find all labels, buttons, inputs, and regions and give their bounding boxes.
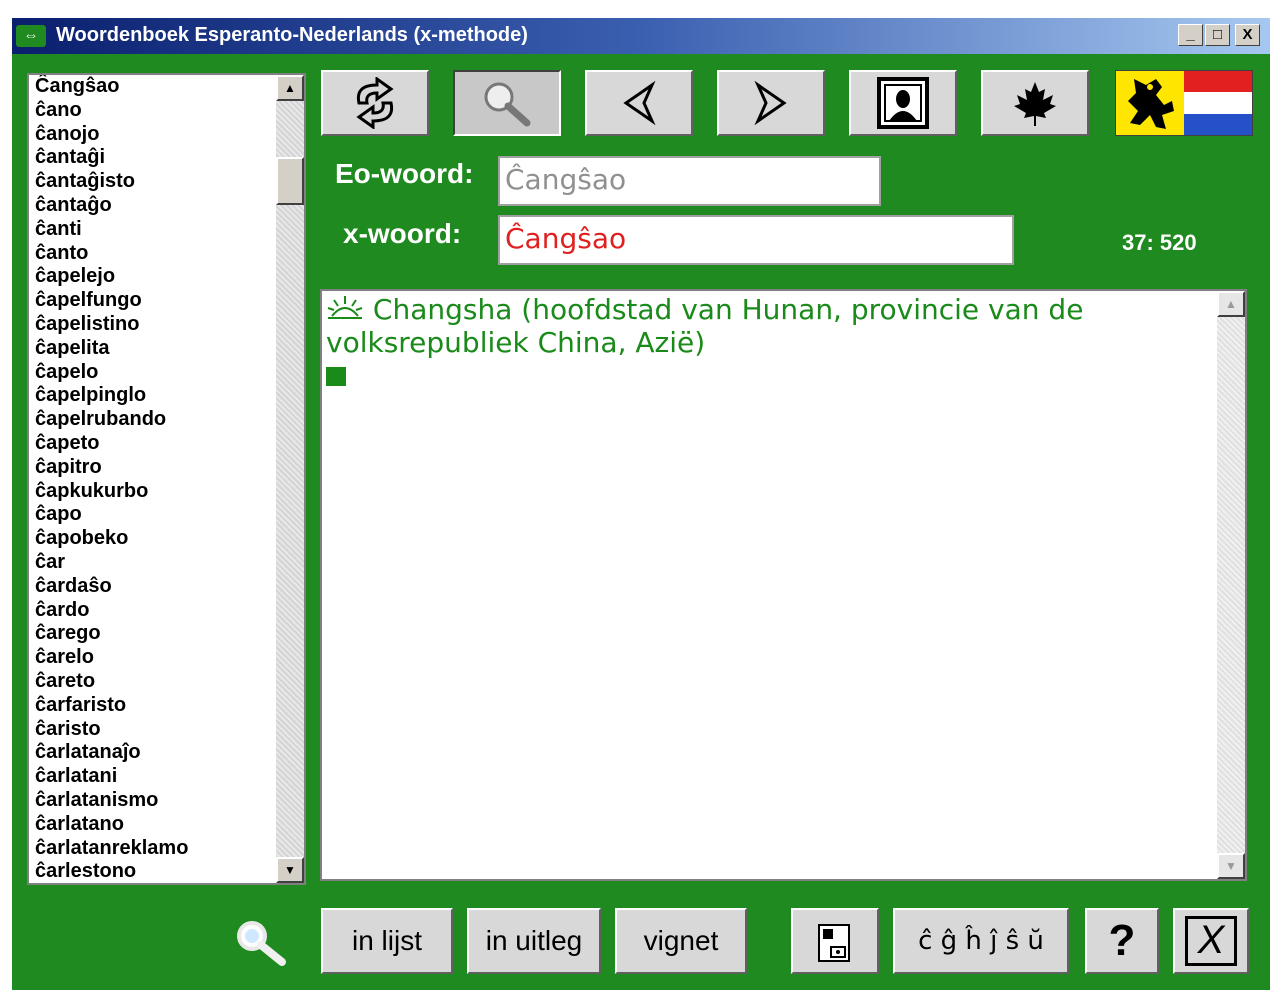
eo-word-field[interactable]: Ĉangŝao [498,156,881,206]
word-list-scrollbar[interactable]: ▲ ▼ [276,75,304,883]
window-title: Woordenboek Esperanto-Nederlands (x-meth… [56,24,528,46]
mona-lisa-picture-icon [877,77,929,129]
copy-button[interactable] [791,908,879,974]
text-cursor [326,367,346,386]
language-flag[interactable] [1115,70,1253,136]
list-item[interactable]: ĉantaĝisto [35,170,275,194]
entry-counter: 37: 520 [1122,230,1197,255]
next-button[interactable] [717,70,825,136]
list-item[interactable]: ĉardo [35,599,275,623]
minimize-button[interactable]: _ [1178,24,1203,46]
list-item[interactable]: ĉarlestono [35,860,275,883]
list-item[interactable]: ĉapelejo [35,265,275,289]
maximize-button[interactable]: □ [1205,24,1230,46]
flag-red-stripe [1184,71,1252,93]
list-item[interactable]: ĉarlatano [35,813,275,837]
list-item[interactable]: ĉapeto [35,432,275,456]
search-in-explanation-button[interactable]: in uitleg [467,908,601,974]
list-item[interactable]: ĉapobeko [35,527,275,551]
close-button[interactable]: X [1235,24,1260,46]
previous-button[interactable] [585,70,693,136]
vignet-button[interactable]: vignet [615,908,747,974]
definition-scroll-down-button[interactable]: ▼ [1217,853,1245,879]
word-list[interactable]: Ĉangŝao ĉano ĉanojo ĉantaĝi ĉantaĝisto ĉantaĝ… [27,73,306,885]
x-word-field[interactable]: Ĉangŝao [498,215,1014,265]
word-list-items: Ĉangŝao ĉano ĉanojo ĉantaĝi ĉantaĝisto ĉantaĝ… [35,75,275,883]
definition-content: Changsha (hoofdstad van Hunan, provincie… [326,293,1206,359]
swap-arrows-icon [356,77,394,129]
scroll-thumb[interactable] [276,157,304,205]
eo-word-label: Eo-woord: [335,158,474,189]
right-arrow-icon [754,80,787,126]
search-in-list-button[interactable]: in lijst [321,908,453,974]
list-item[interactable]: ĉanojo [35,123,275,147]
exit-button[interactable]: X [1173,908,1249,974]
flemish-lion-icon [1116,71,1184,135]
picture-button[interactable] [849,70,957,136]
definition-scrollbar[interactable]: ▲ ▼ [1217,291,1245,879]
definition-panel[interactable]: Changsha (hoofdstad van Hunan, provincie… [320,289,1247,881]
list-item[interactable]: ĉarlatanreklamo [35,837,275,861]
scroll-down-button[interactable]: ▼ [276,857,304,883]
flag-blue-stripe [1184,113,1252,135]
list-item[interactable]: ĉapelistino [35,313,275,337]
list-item[interactable]: ĉanti [35,218,275,242]
list-item[interactable]: ĉapelo [35,361,275,385]
maple-leaf-button[interactable] [981,70,1089,136]
list-item[interactable]: ĉarlatanaĵo [35,741,275,765]
document-icon [818,923,850,962]
list-item[interactable]: ĉapelita [35,337,275,361]
list-item[interactable]: ĉapkukurbo [35,480,275,504]
list-item[interactable]: ĉarfaristo [35,694,275,718]
magnifier-icon [484,82,531,127]
list-item[interactable]: ĉarelo [35,646,275,670]
list-item[interactable]: ĉapelrubando [35,408,275,432]
x-word-label: x-woord: [343,218,462,249]
magnifier-icon [237,921,286,966]
maple-leaf-icon [1014,82,1056,126]
list-item[interactable]: ĉarlatanismo [35,789,275,813]
list-item[interactable]: ĉapelfungo [35,289,275,313]
list-item[interactable]: ĉapo [35,503,275,527]
list-item[interactable]: ĉantaĝi [35,146,275,170]
special-characters-button[interactable]: ĉ ĝ ĥ ĵ ŝ ŭ [893,908,1069,974]
left-arrow-icon [623,80,656,126]
list-item[interactable]: ĉanto [35,242,275,266]
list-item[interactable]: ĉarego [35,622,275,646]
flag-white-stripe [1184,92,1252,114]
definition-text: Changsha (hoofdstad van Hunan, provincie… [326,293,1084,359]
search-button[interactable] [453,70,561,136]
list-item[interactable]: ĉareto [35,670,275,694]
scroll-up-button[interactable]: ▲ [276,75,304,101]
list-item[interactable]: ĉaristo [35,718,275,742]
list-item[interactable]: ĉantaĝo [35,194,275,218]
app-icon: ⇔ [16,25,46,47]
definition-scroll-up-button[interactable]: ▲ [1217,291,1245,317]
exit-icon: X [1185,916,1237,966]
list-item[interactable]: ĉano [35,99,275,123]
list-item[interactable]: Ĉangŝao [35,75,275,99]
sun-icon [327,296,363,319]
list-item[interactable]: ĉapitro [35,456,275,480]
swap-direction-button[interactable] [321,70,429,136]
app-window: ⇔ Woordenboek Esperanto-Nederlands (x-me… [12,18,1270,990]
list-item[interactable]: ĉar [35,551,275,575]
title-bar[interactable]: ⇔ Woordenboek Esperanto-Nederlands (x-me… [12,18,1270,54]
list-item[interactable]: ĉardaŝo [35,575,275,599]
list-item[interactable]: ĉarlatani [35,765,275,789]
help-button[interactable]: ? [1085,908,1159,974]
list-item[interactable]: ĉapelpinglo [35,384,275,408]
